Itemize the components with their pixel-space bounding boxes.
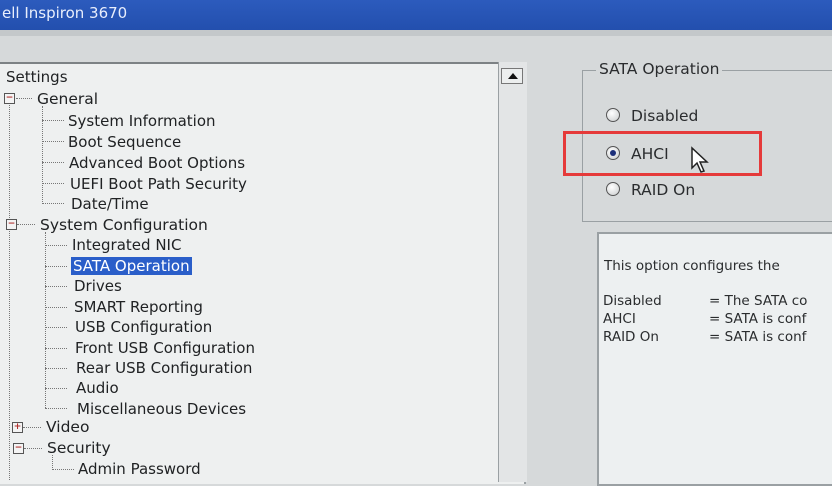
tree-item-front-usb-configuration[interactable]: Front USB Configuration [75,339,255,357]
tree-connector [45,245,67,246]
tree-item-system-configuration[interactable]: System Configuration [40,216,208,234]
tree-connector [45,348,67,349]
tree-item-date-time[interactable]: Date/Time [71,195,149,213]
window-title-bar: ell Inspiron 3670 [0,0,832,30]
tree-connector [42,162,64,163]
red-highlight-box [563,131,762,176]
tree-item-general[interactable]: General [37,90,98,108]
tree-item-usb-configuration[interactable]: USB Configuration [75,318,212,336]
radio-disabled-label[interactable]: Disabled [631,107,698,125]
tree-connector [45,307,67,308]
radio-disabled[interactable] [606,108,620,122]
help-term-raid-on: RAID On [603,329,659,345]
tree-item-integrated-nic[interactable]: Integrated NIC [72,236,181,254]
sata-operation-title: SATA Operation [596,60,723,78]
radio-raid-on-label[interactable]: RAID On [631,181,695,199]
tree-connector [42,203,64,204]
tree-connector [52,469,74,470]
help-intro-text: This option configures the [604,258,780,274]
tree-connector [45,388,67,389]
tree-item-audio[interactable]: Audio [76,379,119,397]
help-term-ahci: AHCI [603,311,636,327]
tree-connector [45,327,67,328]
tree-item-uefi-boot-path-security[interactable]: UEFI Boot Path Security [70,175,247,193]
video-expand-toggle[interactable]: + [12,422,23,433]
tree-connector [45,286,67,287]
tree-connector [42,183,64,184]
tree-item-sata-operation[interactable]: SATA Operation [71,257,192,275]
tree-item-security[interactable]: Security [47,439,111,457]
help-text-ahci: = SATA is conf [709,311,807,327]
settings-tree-header: Settings [6,68,68,86]
radio-raid-on[interactable] [606,182,620,196]
tree-item-system-information[interactable]: System Information [68,112,216,130]
title-bar-shadow [0,30,832,36]
tree-connector [42,141,64,142]
tree-item-rear-usb-configuration[interactable]: Rear USB Configuration [76,359,252,377]
tree-connector [45,368,67,369]
tree-connector [45,266,67,267]
tree-root-line [9,95,10,480]
tree-connector [42,120,64,121]
window-title: ell Inspiron 3670 [2,4,128,22]
security-collapse-toggle[interactable]: − [13,443,24,454]
tree-item-smart-reporting[interactable]: SMART Reporting [74,298,203,316]
help-text-raid-on: = SATA is conf [709,329,807,345]
scroll-up-button[interactable] [501,68,523,84]
tree-connector [45,408,67,409]
help-text-disabled: = The SATA co [709,293,808,309]
tree-item-video[interactable]: Video [46,418,89,436]
help-term-disabled: Disabled [603,293,662,309]
tree-item-boot-sequence[interactable]: Boot Sequence [68,133,181,151]
tree-item-miscellaneous-devices[interactable]: Miscellaneous Devices [77,400,246,418]
sysconfig-branch-line [45,232,46,408]
mouse-pointer-icon [691,146,709,173]
tree-item-advanced-boot-options[interactable]: Advanced Boot Options [69,154,245,172]
general-collapse-toggle[interactable]: − [4,93,15,104]
tree-scrollbar[interactable] [498,62,527,482]
security-branch-line [52,455,53,470]
tree-item-drives[interactable]: Drives [74,277,122,295]
tree-connector [16,98,32,99]
tree-connector [24,448,42,449]
tree-connector [23,427,41,428]
tree-item-admin-password[interactable]: Admin Password [78,460,201,478]
system-configuration-collapse-toggle[interactable]: − [6,219,17,230]
tree-connector [17,224,35,225]
